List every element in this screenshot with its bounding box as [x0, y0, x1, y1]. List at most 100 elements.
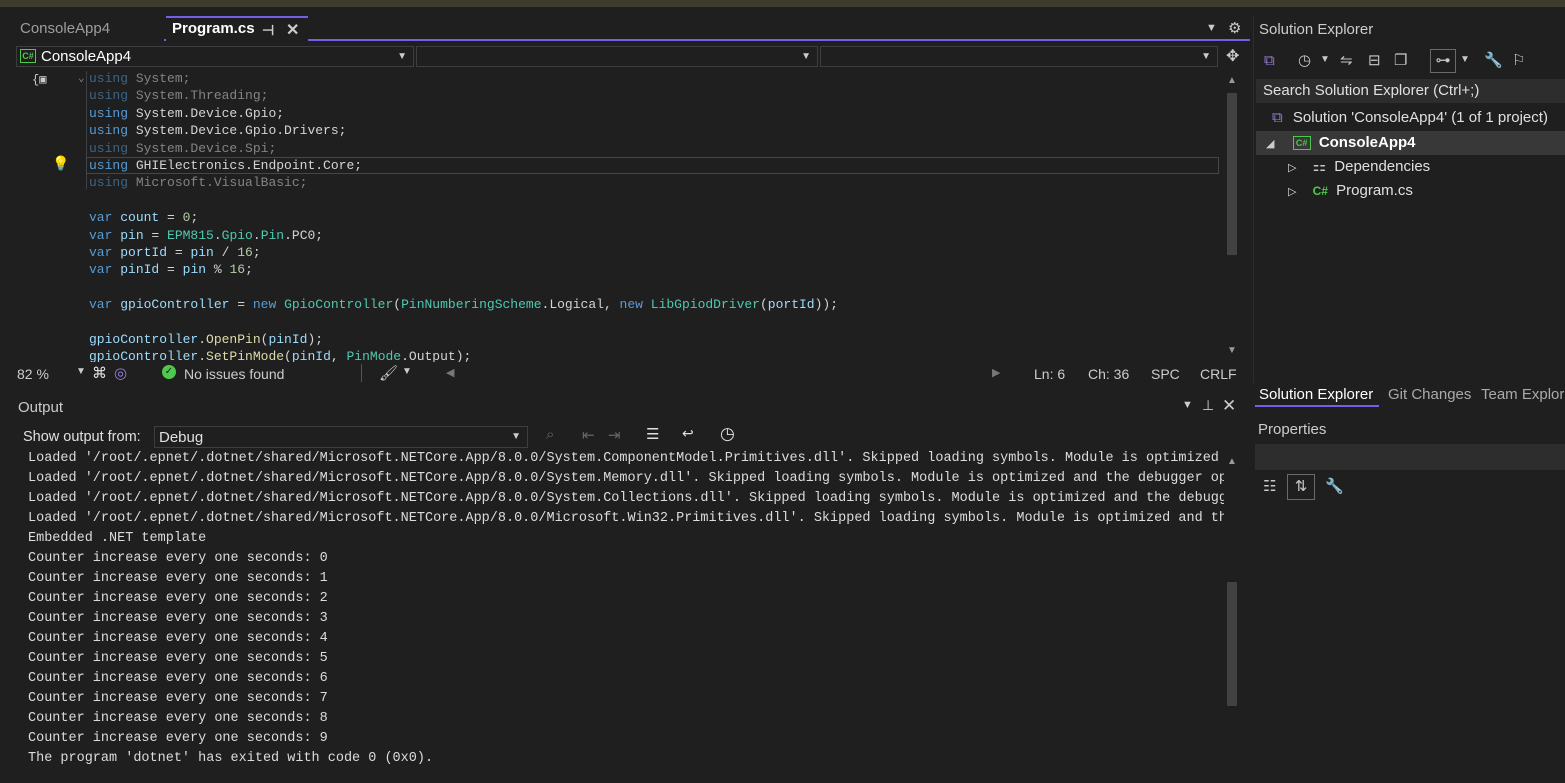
pending-changes-icon[interactable]: ⚐ [1512, 52, 1525, 70]
close-icon[interactable]: ✕ [286, 18, 299, 43]
code-cleanup-icon[interactable]: 🖌 [379, 364, 398, 382]
split-icon[interactable]: ✥ [1226, 44, 1239, 69]
copilot-icon[interactable]: ⌘ [92, 364, 107, 382]
collapse-all-icon[interactable]: ⊟ [1368, 52, 1381, 70]
code-token: PinNumberingScheme [401, 297, 542, 313]
project-dropdown[interactable]: C# ConsoleApp4 ▼ [16, 46, 414, 67]
alphabetical-icon[interactable]: ⇅ [1287, 474, 1315, 500]
tab-label: Solution Explorer [1259, 386, 1374, 403]
solution-node[interactable]: ⧉ Solution 'ConsoleApp4' (1 of 1 project… [1272, 107, 1548, 129]
csharp-project-icon: C# [20, 49, 36, 63]
issues-status[interactable]: No issues found [184, 366, 284, 382]
pin-icon[interactable]: ⊣ [262, 18, 274, 43]
right-panel-tabs: Solution Explorer Git Changes Team Explo… [1253, 383, 1565, 407]
word-wrap-icon[interactable]: ↩ [682, 425, 694, 442]
code-token: SetPinMode [206, 349, 285, 362]
show-output-label: Show output from: [23, 429, 141, 445]
editor-vertical-scrollbar[interactable]: ▲ ▼ [1225, 75, 1239, 359]
program-cs-node[interactable]: ▷ C# Program.cs [1288, 180, 1413, 202]
output-text-area[interactable]: Loaded '/root/.epnet/.dotnet/shared/Micr… [14, 450, 1224, 780]
search-solution-explorer[interactable]: Search Solution Explorer (Ctrl+;) [1256, 79, 1565, 103]
tab-git-changes[interactable]: Git Changes [1384, 383, 1476, 407]
properties-title: Properties [1258, 421, 1327, 438]
chevron-down-icon: ▼ [1201, 51, 1211, 62]
tab-solution-explorer[interactable]: Solution Explorer [1255, 383, 1379, 407]
code-token: System.Threading; [128, 88, 269, 104]
zoom-dropdown-icon[interactable]: ▼ [76, 366, 86, 377]
tab-label: Git Changes [1388, 386, 1472, 403]
output-line: Counter increase every one seconds: 5 [28, 651, 328, 666]
tab-list-dropdown-icon[interactable]: ▼ [1206, 16, 1217, 41]
csharp-file-icon: C# [1312, 184, 1328, 198]
collapse-chevron-icon[interactable]: ⌄ [78, 71, 85, 85]
collapsed-arrow-icon[interactable]: ▷ [1288, 186, 1296, 198]
type-dropdown[interactable]: ▼ [416, 46, 818, 67]
scroll-up-icon[interactable]: ▲ [1227, 456, 1237, 467]
dependencies-node[interactable]: ▷ ⚏ Dependencies [1288, 156, 1430, 178]
categorized-icon[interactable]: ☷ [1263, 478, 1276, 496]
code-token: pin [182, 262, 207, 278]
line-endings[interactable]: CRLF [1200, 366, 1237, 382]
output-vertical-scrollbar[interactable]: ▲ [1224, 452, 1240, 780]
divider [361, 364, 362, 382]
code-token: System; [128, 71, 191, 86]
code-token: . [252, 227, 261, 243]
tab-label: ConsoleApp4 [20, 20, 111, 37]
scroll-thumb[interactable] [1227, 582, 1237, 706]
close-icon[interactable]: ✕ [1222, 396, 1236, 416]
intellicode-icon[interactable]: ◎ [114, 364, 127, 382]
whitespace-mode[interactable]: SPC [1151, 366, 1180, 382]
expanded-arrow-icon[interactable]: ◢ [1266, 138, 1274, 150]
chevron-down-icon: ▼ [801, 51, 811, 62]
member-dropdown[interactable]: ▼ [820, 46, 1218, 67]
current-line-highlight [86, 157, 1219, 174]
preview-selected-icon[interactable]: ⊶ [1430, 49, 1456, 73]
lightbulb-icon[interactable]: 💡 [52, 156, 69, 173]
scroll-down-icon[interactable]: ▼ [1227, 345, 1237, 356]
code-token: OpenPin [206, 332, 261, 347]
tab-program-cs[interactable]: Program.cs ⊣ ✕ [166, 16, 308, 41]
next-message-icon[interactable]: ⇥ [608, 426, 621, 444]
title-bar-strip [0, 0, 1565, 7]
chevron-down-icon[interactable]: ▼ [1460, 51, 1470, 69]
previous-message-icon[interactable]: ⇤ [582, 426, 595, 444]
code-token: pinId [268, 332, 308, 347]
property-pages-icon[interactable]: 🔧 [1325, 478, 1344, 496]
output-line: Counter increase every one seconds: 6 [28, 671, 328, 686]
chevron-down-icon[interactable]: ▼ [402, 366, 412, 377]
history-icon[interactable]: ◷ [1298, 52, 1311, 70]
scroll-right-icon[interactable]: ▶ [992, 366, 1000, 379]
code-token: ; [190, 210, 199, 226]
code-token: = [143, 227, 168, 243]
show-all-files-icon[interactable]: ❐ [1394, 52, 1407, 70]
properties-object-dropdown[interactable] [1255, 444, 1565, 470]
column-number[interactable]: Ch: 36 [1088, 366, 1129, 382]
gear-icon[interactable]: ⚙ [1228, 16, 1241, 41]
quick-actions-icon[interactable]: {▣ [32, 72, 46, 87]
code-token: gpioController [89, 332, 199, 347]
code-token: using [89, 88, 129, 104]
window-menu-icon[interactable]: ▼ [1182, 399, 1193, 411]
scroll-up-icon[interactable]: ▲ [1227, 75, 1237, 86]
find-message-icon[interactable]: ⌕ [546, 426, 554, 443]
collapsed-arrow-icon[interactable]: ▷ [1288, 162, 1296, 174]
scroll-left-icon[interactable]: ◀ [446, 366, 454, 379]
clock-icon[interactable]: ◷ [720, 424, 735, 444]
chevron-down-icon[interactable]: ▼ [1320, 51, 1330, 69]
solution-label: Solution 'ConsoleApp4' (1 of 1 project) [1292, 109, 1548, 126]
line-number[interactable]: Ln: 6 [1034, 366, 1065, 382]
code-editor[interactable]: {▣ ⌄ 💡 using System; using System.Threadi… [14, 69, 1224, 362]
zoom-level[interactable]: 82 % [17, 366, 49, 382]
project-node[interactable]: ◢ C# ConsoleApp4 [1266, 132, 1416, 154]
scroll-thumb[interactable] [1227, 93, 1237, 255]
tab-consoleapp4[interactable]: ConsoleApp4 [14, 16, 164, 41]
tab-team-explorer[interactable]: Team Explor [1477, 383, 1565, 407]
output-source-dropdown[interactable]: Debug ▼ [154, 426, 528, 448]
wrench-icon[interactable]: 🔧 [1484, 52, 1503, 70]
sync-icon[interactable]: ⇋ [1340, 52, 1353, 70]
pin-icon[interactable]: ⊥ [1202, 397, 1214, 414]
switch-views-icon[interactable]: ⧉ [1264, 52, 1275, 70]
code-token: gpioController [89, 349, 199, 362]
code-line: var count = 0; [89, 209, 198, 226]
clear-all-icon[interactable]: ☰ [646, 425, 659, 443]
